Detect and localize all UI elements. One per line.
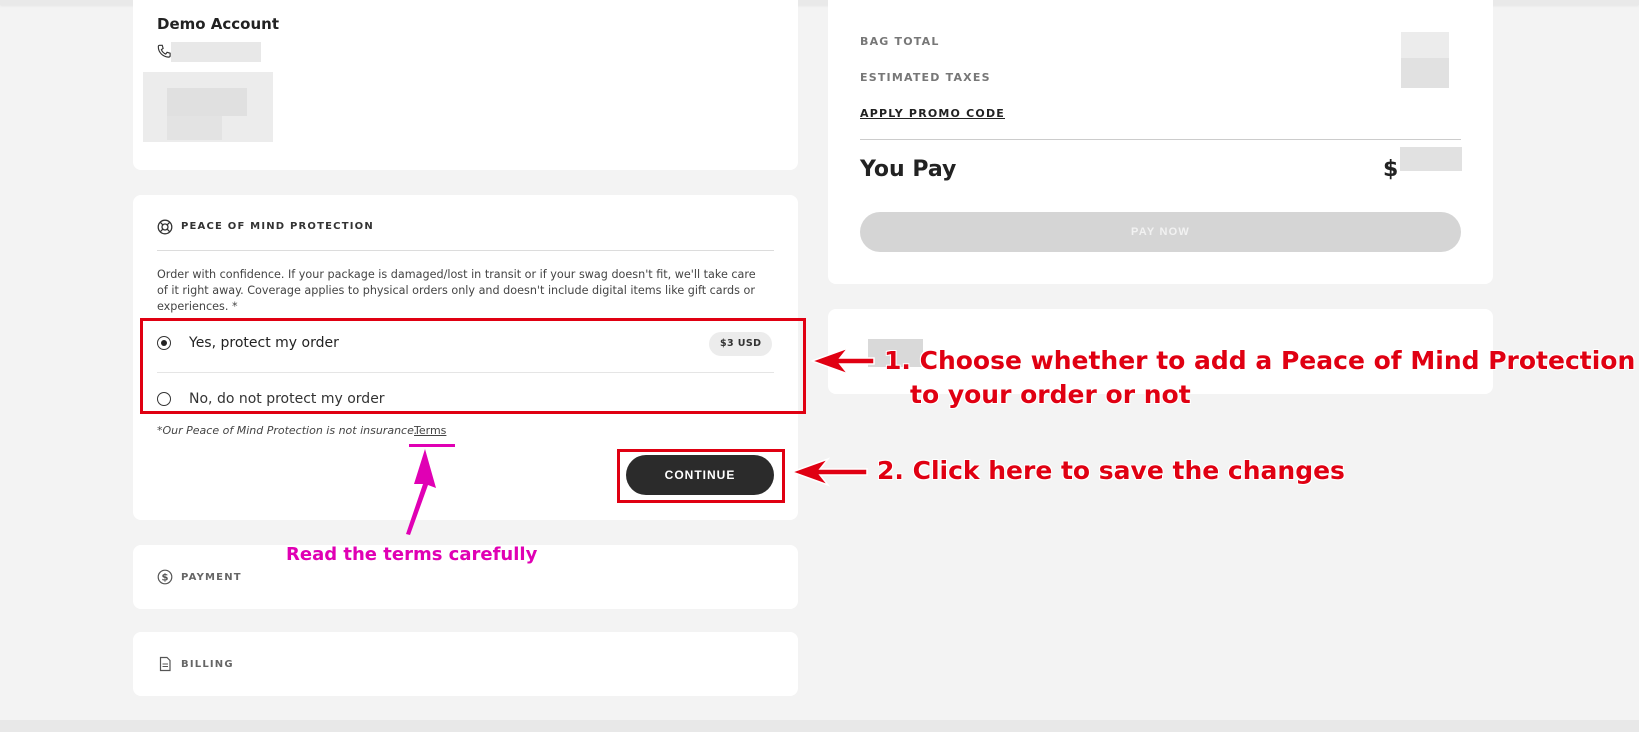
annotation-terms-note: Read the terms carefully (286, 544, 538, 565)
annotation-step1: 1. Choose whether to add a Peace of Mind… (884, 344, 1635, 412)
annotation-arrow-step2 (789, 457, 868, 487)
bottom-bar (0, 720, 1639, 732)
annotation-step1-line2: to your order or not (910, 380, 1191, 409)
annotation-step1-line1: 1. Choose whether to add a Peace of Mind… (884, 346, 1636, 375)
annotation-arrow-step1 (809, 346, 875, 376)
annotation-arrow-terms (406, 449, 436, 535)
annotation-step2-text: 2. Click here to save the changes (877, 456, 1345, 485)
annotation-step2: 2. Click here to save the changes (877, 454, 1345, 488)
